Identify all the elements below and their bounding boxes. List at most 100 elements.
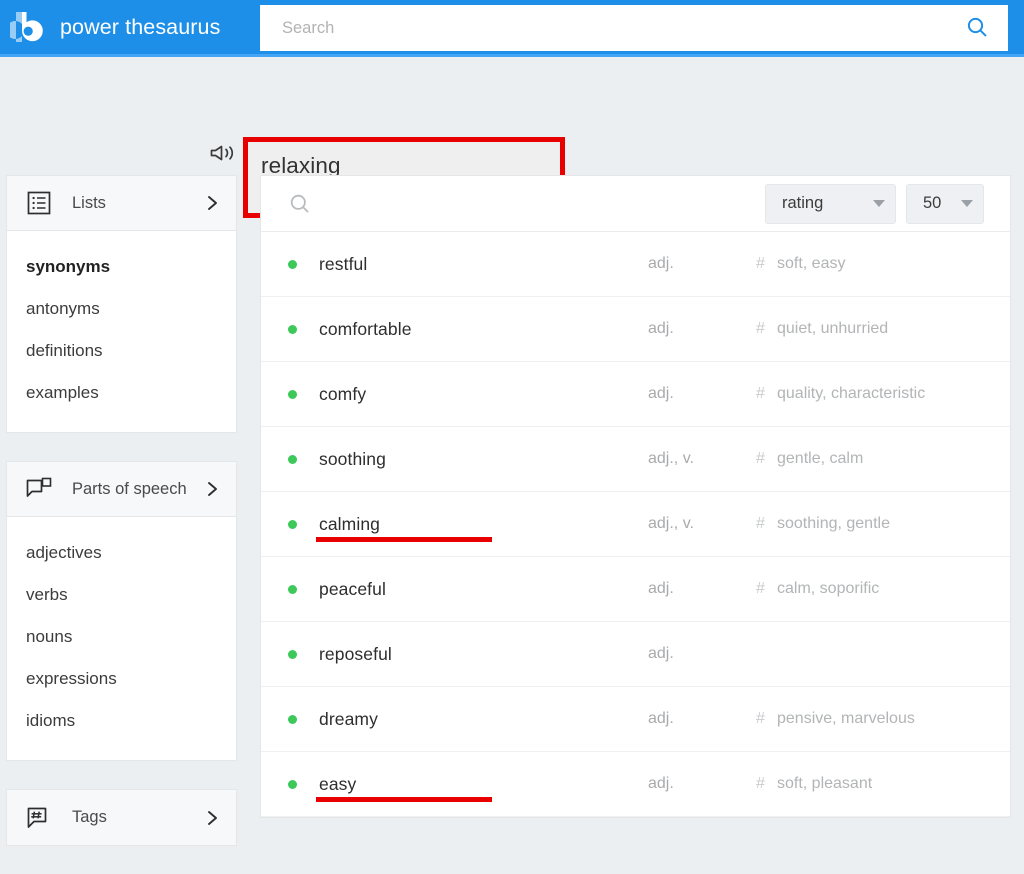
- list-icon: [25, 189, 53, 217]
- green-dot-icon: [288, 325, 297, 334]
- results-list: restfuladj.#soft, easycomfortableadj.#qu…: [261, 232, 1010, 817]
- sidebar-item-synonyms[interactable]: synonyms: [7, 246, 236, 288]
- row-tags-text: quality, characteristic: [777, 381, 984, 407]
- sidebar-item-definitions[interactable]: definitions: [7, 330, 236, 372]
- table-row[interactable]: soothingadj., v.#gentle, calm: [261, 427, 1010, 492]
- row-rating-indicator: [261, 520, 319, 529]
- table-row[interactable]: dreamyadj.#pensive, marvelous: [261, 687, 1010, 752]
- hash-icon: #: [756, 316, 777, 342]
- caret-down-icon: [873, 200, 885, 207]
- sidebar-item-nouns[interactable]: nouns: [7, 616, 236, 658]
- sidebar-card-parts-of-speech-body: adjectives verbs nouns expressions idiom…: [7, 517, 236, 760]
- row-tags[interactable]: #calm, soporific: [756, 576, 984, 602]
- row-rating-indicator: [261, 260, 319, 269]
- sidebar-item-adjectives[interactable]: adjectives: [7, 532, 236, 574]
- row-term[interactable]: soothing: [319, 449, 648, 470]
- annotation-underline: [316, 797, 492, 802]
- sidebar-card-lists: Lists synonyms antonyms definitions exam…: [6, 175, 237, 433]
- results-panel: rating 50 restfuladj.#soft, easycomforta…: [260, 175, 1011, 818]
- sidebar-card-parts-of-speech: Parts of speech adjectives verbs nouns e…: [6, 461, 237, 761]
- page-size-dropdown[interactable]: 50: [906, 184, 984, 224]
- search-icon: [287, 191, 313, 217]
- sidebar-item-verbs[interactable]: verbs: [7, 574, 236, 616]
- row-rating-indicator: [261, 780, 319, 789]
- row-part-of-speech: adj.: [648, 710, 756, 728]
- table-row[interactable]: restfuladj.#soft, easy: [261, 232, 1010, 297]
- row-tags[interactable]: #gentle, calm: [756, 446, 984, 472]
- row-rating-indicator: [261, 325, 319, 334]
- speaker-audio-icon: [209, 141, 239, 168]
- row-tags[interactable]: #soothing, gentle: [756, 511, 984, 537]
- table-row[interactable]: easyadj.#soft, pleasant: [261, 752, 1010, 817]
- hash-bubble-icon: [25, 804, 53, 832]
- results-toolbar: rating 50: [261, 176, 1010, 232]
- green-dot-icon: [288, 780, 297, 789]
- hash-icon: #: [756, 576, 777, 602]
- hash-icon: #: [756, 381, 777, 407]
- green-dot-icon: [288, 585, 297, 594]
- sidebar-card-tags: Tags: [6, 789, 237, 846]
- row-tags[interactable]: #soft, pleasant: [756, 771, 984, 797]
- row-term[interactable]: calming: [319, 514, 648, 535]
- search-input[interactable]: [260, 5, 946, 51]
- row-term[interactable]: comfy: [319, 384, 648, 405]
- row-tags[interactable]: #quality, characteristic: [756, 381, 984, 407]
- sidebar: Lists synonyms antonyms definitions exam…: [6, 175, 237, 874]
- pronounce-button[interactable]: [207, 141, 241, 167]
- chevron-right-icon: [204, 480, 222, 498]
- row-term[interactable]: restful: [319, 254, 648, 275]
- sidebar-card-tags-header[interactable]: Tags: [7, 790, 236, 845]
- green-dot-icon: [288, 520, 297, 529]
- hash-icon: #: [756, 511, 777, 537]
- green-dot-icon: [288, 650, 297, 659]
- row-term[interactable]: easy: [319, 774, 648, 795]
- table-row[interactable]: comfortableadj.#quiet, unhurried: [261, 297, 1010, 362]
- global-search[interactable]: [260, 5, 1008, 51]
- chevron-right-icon: [204, 194, 222, 212]
- sort-dropdown-value: rating: [782, 194, 823, 213]
- green-dot-icon: [288, 455, 297, 464]
- sidebar-item-expressions[interactable]: expressions: [7, 658, 236, 700]
- speech-bubble-icon: [25, 475, 53, 503]
- hash-icon: #: [756, 706, 777, 732]
- row-rating-indicator: [261, 390, 319, 399]
- row-part-of-speech: adj.: [648, 320, 756, 338]
- row-term[interactable]: comfortable: [319, 319, 648, 340]
- sidebar-card-parts-of-speech-header[interactable]: Parts of speech: [7, 462, 236, 517]
- hash-icon: #: [756, 251, 777, 277]
- row-rating-indicator: [261, 715, 319, 724]
- caret-down-icon: [961, 200, 973, 207]
- sidebar-item-examples[interactable]: examples: [7, 372, 236, 414]
- search-icon: [965, 15, 989, 42]
- row-tags-text: gentle, calm: [777, 446, 984, 472]
- hash-icon: #: [756, 446, 777, 472]
- search-submit-button[interactable]: [946, 5, 1008, 51]
- table-row[interactable]: calmingadj., v.#soothing, gentle: [261, 492, 1010, 557]
- green-dot-icon: [288, 390, 297, 399]
- row-tags-text: calm, soporific: [777, 576, 984, 602]
- sidebar-card-lists-header[interactable]: Lists: [7, 176, 236, 231]
- row-part-of-speech: adj.: [648, 645, 756, 663]
- sort-dropdown[interactable]: rating: [765, 184, 896, 224]
- row-tags[interactable]: #soft, easy: [756, 251, 984, 277]
- row-term[interactable]: peaceful: [319, 579, 648, 600]
- table-row[interactable]: comfyadj.#quality, characteristic: [261, 362, 1010, 427]
- row-term[interactable]: reposeful: [319, 644, 648, 665]
- row-tags[interactable]: #quiet, unhurried: [756, 316, 984, 342]
- sidebar-item-antonyms[interactable]: antonyms: [7, 288, 236, 330]
- green-dot-icon: [288, 260, 297, 269]
- sidebar-card-parts-of-speech-title: Parts of speech: [53, 480, 204, 499]
- row-tags-text: soothing, gentle: [777, 511, 984, 537]
- table-row[interactable]: reposefuladj.: [261, 622, 1010, 687]
- row-rating-indicator: [261, 650, 319, 659]
- brand-name: power thesaurus: [60, 15, 220, 40]
- app-header: power thesaurus: [0, 0, 1024, 57]
- results-filter-input[interactable]: [323, 185, 755, 223]
- table-row[interactable]: peacefuladj.#calm, soporific: [261, 557, 1010, 622]
- brand[interactable]: power thesaurus: [10, 9, 220, 45]
- row-tags[interactable]: #pensive, marvelous: [756, 706, 984, 732]
- row-part-of-speech: adj.: [648, 580, 756, 598]
- row-term[interactable]: dreamy: [319, 709, 648, 730]
- sidebar-card-tags-title: Tags: [53, 808, 204, 827]
- sidebar-item-idioms[interactable]: idioms: [7, 700, 236, 742]
